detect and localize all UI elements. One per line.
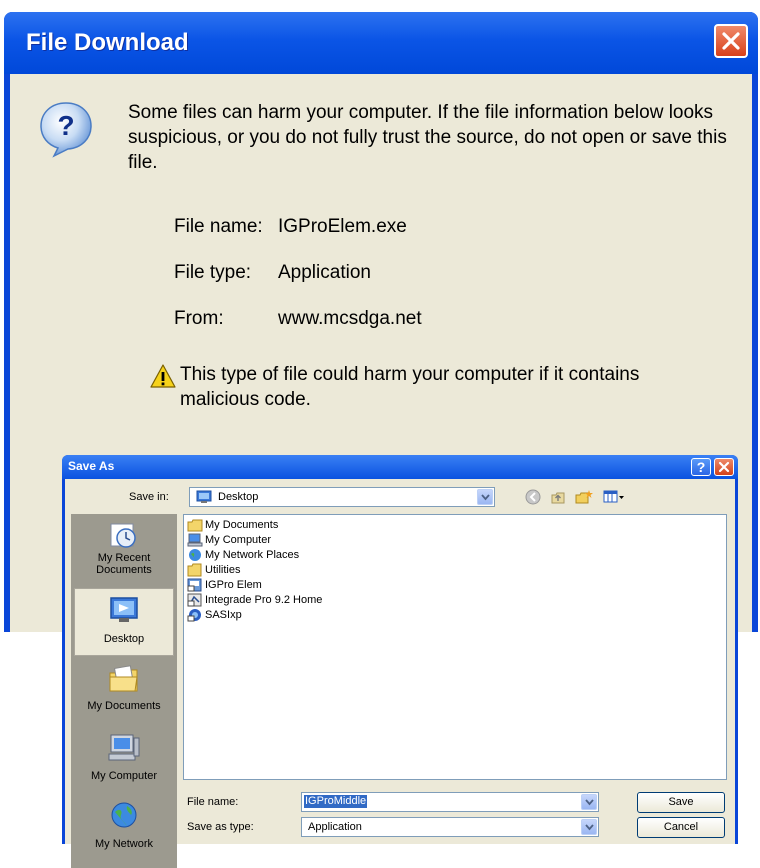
file-type-label: File type:: [174, 262, 252, 283]
save-button[interactable]: Save: [637, 792, 725, 813]
network-places-icon: [189, 549, 201, 561]
view-menu-icon[interactable]: [603, 489, 625, 505]
back-icon[interactable]: [525, 489, 541, 505]
save-as-type-value: Application: [308, 821, 362, 833]
file-download-titlebar[interactable]: File Download: [4, 12, 758, 74]
save-as-titlebar[interactable]: Save As ?: [62, 455, 738, 479]
chevron-down-icon: [585, 824, 594, 831]
file-name: IGPro Elem: [205, 579, 262, 591]
cancel-button[interactable]: Cancel: [637, 817, 725, 838]
svg-text:?: ?: [57, 110, 74, 141]
places-bar: My Recent Documents Desktop My Documents: [71, 514, 177, 868]
file-name: SASIxp: [205, 609, 242, 621]
file-name-label: File name:: [174, 216, 263, 237]
file-name: Integrade Pro 9.2 Home: [205, 594, 323, 606]
file-name: My Computer: [205, 534, 272, 546]
file-name-value: IGProElem.exe: [278, 216, 407, 237]
file-name-input[interactable]: IGProMiddle: [301, 792, 599, 812]
from-label: From:: [174, 308, 224, 329]
close-button[interactable]: [714, 24, 748, 58]
my-documents-icon: [109, 665, 138, 692]
up-folder-icon[interactable]: [550, 489, 566, 505]
place-desktop[interactable]: Desktop: [74, 588, 174, 656]
place-label: My Recent Documents: [96, 552, 152, 576]
desktop-icon: [196, 490, 212, 503]
file-name-label: File name:: [187, 796, 239, 808]
file-list[interactable]: My Documents My Computer My Network Plac…: [183, 514, 727, 780]
file-type-value: Application: [278, 262, 371, 283]
place-my-recent-documents[interactable]: My Recent Documents: [74, 520, 174, 576]
place-my-network[interactable]: My Network: [74, 800, 174, 850]
folder-icon: [187, 563, 202, 577]
save-in-dropdown[interactable]: Desktop: [189, 487, 495, 507]
dropdown-button[interactable]: [477, 489, 493, 505]
recent-documents-icon: [110, 523, 136, 548]
save-as-title: Save As: [68, 459, 115, 473]
warning-icon: [150, 364, 176, 388]
place-my-documents[interactable]: My Documents: [74, 664, 174, 712]
save-in-label: Save in:: [129, 491, 169, 503]
save-in-value: Desktop: [218, 491, 259, 503]
save-as-type-label: Save as type:: [187, 821, 254, 833]
place-label: My Network: [94, 838, 154, 850]
chevron-down-icon: [585, 799, 594, 806]
save-as-close-button[interactable]: [714, 458, 734, 476]
help-button[interactable]: ?: [691, 458, 711, 476]
file-name: Utilities: [205, 564, 241, 576]
desktop-icon: [110, 597, 138, 622]
help-icon: ?: [696, 459, 706, 475]
my-computer-icon: [108, 734, 140, 761]
my-computer-icon: [187, 533, 203, 547]
file-name-value: IGProMiddle: [304, 795, 368, 808]
place-my-computer[interactable]: My Computer: [74, 732, 174, 782]
from-value: www.mcsdga.net: [278, 308, 422, 329]
place-label: My Computer: [90, 770, 158, 782]
shortcut-icon: [187, 593, 202, 607]
new-folder-icon[interactable]: [575, 489, 593, 505]
question-icon: ?: [40, 102, 92, 158]
security-message: Some files can harm your computer. If th…: [128, 102, 727, 173]
file-name: My Documents: [205, 519, 279, 531]
my-network-icon: [111, 802, 137, 828]
warning-text: This type of file could harm your comput…: [180, 364, 640, 410]
close-icon: [722, 32, 740, 50]
shortcut-icon: [187, 609, 201, 622]
dropdown-button[interactable]: [581, 794, 597, 810]
close-icon: [718, 461, 730, 473]
save-as-dialog: Save As ? Save in: Desktop My Recent Doc…: [62, 455, 738, 868]
save-as-type-dropdown[interactable]: Application: [301, 817, 599, 837]
my-documents-icon: [187, 519, 203, 532]
place-label: My Documents: [87, 700, 161, 712]
place-label: Desktop: [103, 633, 145, 645]
file-download-title: File Download: [26, 29, 189, 56]
save-as-body: Save in: Desktop My Recent Documents Des…: [65, 479, 735, 868]
dropdown-button[interactable]: [581, 819, 597, 835]
file-name: My Network Places: [205, 549, 300, 561]
shortcut-icon: [187, 578, 202, 592]
chevron-down-icon: [481, 494, 490, 501]
